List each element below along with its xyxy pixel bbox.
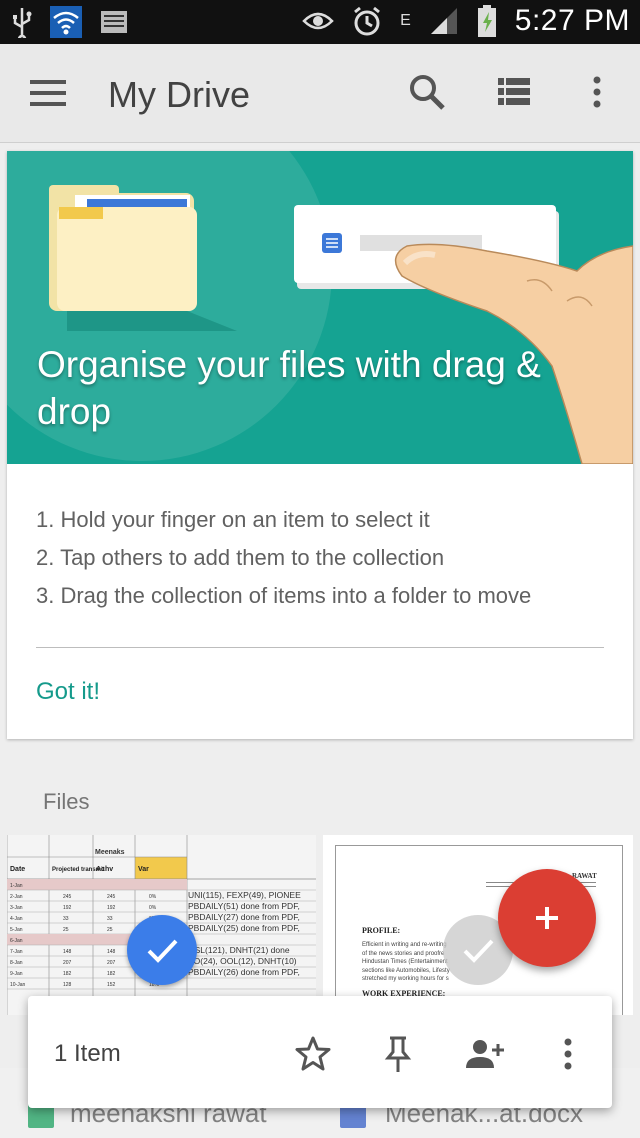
sheet-cell: 33 <box>107 916 113 922</box>
sheet-note: PBDAILY(25) done from PDF, <box>188 923 300 933</box>
sheet-note: UNI(115), FEXP(49), PIONEE <box>188 890 301 900</box>
sheet-column-header: Achv <box>96 866 113 873</box>
network-type: E <box>400 12 411 29</box>
check-icon <box>147 939 178 963</box>
sheet-cell: 6-Jan <box>10 938 23 944</box>
star-icon[interactable] <box>293 1034 333 1074</box>
sheet-cell: 8-Jan <box>10 960 23 966</box>
more-options-icon[interactable] <box>548 1034 588 1074</box>
sheet-cell: 0% <box>149 894 157 900</box>
sheet-cell: 148 <box>63 949 72 955</box>
app-bar: My Drive <box>0 44 640 143</box>
sheet-cell: 5-Jan <box>10 927 23 933</box>
plus-icon <box>536 907 558 929</box>
sheet-cell: 182 <box>107 971 116 977</box>
sheet-column-header: Date <box>10 866 25 873</box>
selection-action-bar: 1 Item <box>28 996 612 1108</box>
sheet-cell: 10-Jan <box>10 982 26 988</box>
sheet-note: OSL(121), DNHT(21) done <box>188 945 290 955</box>
doc-text-line: Efficient in writing and re-writing <box>362 942 447 948</box>
sheet-note: PBDAILY(26) done from PDF, <box>188 967 300 977</box>
more-options-icon[interactable] <box>577 72 617 112</box>
pin-icon[interactable] <box>378 1034 418 1074</box>
doc-text-line: Hindustan Times (Entertainment <box>362 959 448 965</box>
doc-text-line: sections like Automobiles, Lifesty <box>362 967 450 974</box>
sheet-cell: 245 <box>63 894 72 900</box>
list-view-icon[interactable] <box>494 72 534 112</box>
sheet-cell: 207 <box>107 960 116 966</box>
tip-banner: Organise your files with drag & drop <box>7 151 633 464</box>
search-icon[interactable] <box>407 72 447 112</box>
got-it-button[interactable]: Got it! <box>36 678 100 706</box>
notification-icon <box>101 11 127 33</box>
sheet-cell: 207 <box>63 960 72 966</box>
divider <box>36 647 604 648</box>
sheet-cell: 4-Jan <box>10 916 23 922</box>
sheet-cell: 152 <box>107 982 116 988</box>
sheet-cell: 0% <box>149 905 157 911</box>
step-item: 3. Drag the collection of items into a f… <box>36 583 532 608</box>
sheet-cell: 9-Jan <box>10 971 23 977</box>
drag-drop-tip-card: Organise your files with drag & drop 1. … <box>7 151 633 739</box>
sheet-note: PBDAILY(27) done from PDF, <box>188 912 300 922</box>
sheet-note: PBDAILY(51) done from PDF, <box>188 901 300 911</box>
add-new-fab[interactable] <box>498 869 596 967</box>
selection-count: 1 Item <box>54 1040 121 1067</box>
sheet-cell: 128 <box>63 982 72 988</box>
sheet-note: SO(24), OOL(12), DNHT(10) <box>188 956 297 966</box>
sheet-cell: 2-Jan <box>10 894 23 900</box>
sheet-column-header: Var <box>138 866 149 873</box>
steps-list: 1. Hold your finger on an item to select… <box>36 501 531 615</box>
doc-profile-text: Efficient in writing and re-writing of t… <box>362 941 450 984</box>
step-item: 1. Hold your finger on an item to select… <box>36 507 430 532</box>
sheet-cell: 192 <box>107 905 116 911</box>
sheet-blank-row <box>7 879 187 890</box>
sheet-cell: 245 <box>107 894 116 900</box>
step-item: 2. Tap others to add them to the collect… <box>36 545 445 570</box>
doc-text-line: of the news stories and proofre <box>362 950 445 957</box>
page-title: My Drive <box>108 74 250 115</box>
sheet-cell: 192 <box>63 905 72 911</box>
sheet-cell: 148 <box>107 949 116 955</box>
selected-check-button[interactable] <box>127 915 197 985</box>
sheet-cell: 7-Jan <box>10 949 23 955</box>
sheet-cell: 33 <box>63 916 69 922</box>
alarm-icon <box>354 6 381 36</box>
menu-icon[interactable] <box>28 76 68 110</box>
sheet-cell: 1-Jan <box>10 883 23 889</box>
wifi-icon <box>50 6 82 38</box>
sheet-cell: 25 <box>107 927 113 933</box>
sheet-cell: 25 <box>63 927 69 933</box>
eye-icon <box>302 12 334 30</box>
sheet-cell: 182 <box>63 971 72 977</box>
add-person-icon[interactable] <box>462 1034 506 1074</box>
files-section-label: Files <box>43 789 90 814</box>
battery-icon <box>477 5 496 37</box>
sheet-cell: 3-Jan <box>10 905 23 911</box>
sheet-header-group: Meenaks <box>95 849 125 856</box>
signal-icon <box>430 8 457 34</box>
usb-icon <box>13 8 32 38</box>
status-time: 5:27 PM <box>514 4 630 37</box>
doc-text-line: stretched my working hours for s <box>362 976 449 982</box>
banner-title: Organise your files with drag & drop <box>37 344 541 432</box>
status-bar: E 5:27 PM <box>0 0 640 44</box>
doc-profile-heading: PROFILE: <box>362 926 401 935</box>
